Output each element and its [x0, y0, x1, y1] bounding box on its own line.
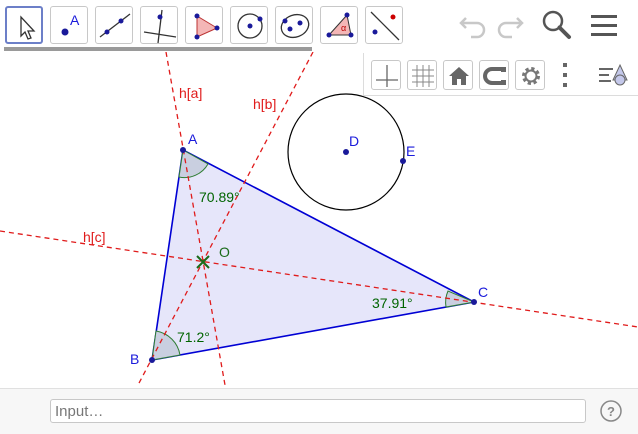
point-tool-button[interactable]: A — [50, 6, 88, 44]
svg-text:?: ? — [607, 404, 615, 419]
ellipse-icon — [280, 13, 310, 39]
toggle-style-bar-icon[interactable] — [596, 60, 630, 90]
axes-icon — [376, 65, 398, 87]
angle-c-value: 37.91° — [372, 295, 413, 311]
point-capturing-button[interactable] — [479, 60, 509, 90]
label-point-b: B — [130, 351, 139, 367]
point-tool-label: A — [70, 12, 80, 28]
angle-tool-label: α — [341, 23, 346, 33]
angle-icon: α — [326, 12, 354, 38]
label-line-ha: h[a] — [179, 85, 202, 101]
point-a[interactable] — [180, 147, 186, 153]
label-point-a: A — [188, 131, 198, 147]
point-c[interactable] — [471, 299, 477, 305]
graphics-style-bar — [363, 53, 638, 96]
circle-center-point-icon — [237, 13, 263, 39]
axes-toggle-button[interactable] — [371, 60, 401, 90]
perpendicular-line-icon — [143, 9, 177, 44]
label-line-hc: h[c] — [83, 229, 106, 245]
line-tool-button[interactable] — [95, 6, 133, 44]
point-d[interactable] — [343, 149, 349, 155]
undo-icon[interactable] — [457, 8, 489, 40]
polygon-tool-button[interactable] — [185, 6, 223, 44]
label-line-hb: h[b] — [253, 96, 276, 112]
move-arrow-icon — [20, 15, 36, 40]
point-b[interactable] — [149, 357, 155, 363]
perpendicular-line-tool-button[interactable] — [140, 6, 178, 44]
grid-toggle-button[interactable] — [407, 60, 437, 90]
algebra-input-field[interactable] — [50, 399, 586, 423]
redo-icon[interactable] — [494, 8, 526, 40]
grid-icon — [412, 65, 434, 87]
angle-a-value: 70.89° — [199, 189, 240, 205]
point-capturing-icon — [483, 67, 506, 85]
reflect-about-line-icon — [370, 11, 400, 41]
ellipse-tool-button[interactable] — [275, 6, 313, 44]
polygon-icon — [194, 13, 220, 40]
standard-view-button[interactable] — [443, 60, 473, 90]
circle-tool-button[interactable] — [230, 6, 268, 44]
more-vertical-icon[interactable] — [559, 60, 571, 90]
angle-b-value: 71.2° — [177, 329, 210, 345]
label-point-c: C — [478, 284, 488, 300]
help-icon[interactable]: ? — [600, 400, 622, 422]
reflect-tool-button[interactable] — [365, 6, 403, 44]
toolbar: A α — [0, 0, 638, 52]
menu-icon[interactable] — [589, 8, 619, 42]
home-icon — [449, 67, 469, 85]
angle-tool-button[interactable]: α — [320, 6, 358, 44]
label-point-d: D — [349, 133, 359, 149]
search-icon[interactable] — [540, 8, 572, 42]
input-bar: ? — [0, 388, 638, 434]
move-tool-button[interactable] — [5, 6, 43, 44]
toolbar-scroll-indicator — [4, 47, 312, 51]
label-point-e: E — [406, 143, 415, 159]
settings-button[interactable] — [515, 60, 545, 90]
point-icon: A — [61, 12, 80, 36]
label-point-o: O — [219, 244, 230, 260]
settings-icon — [522, 67, 540, 85]
line-icon — [99, 13, 131, 38]
